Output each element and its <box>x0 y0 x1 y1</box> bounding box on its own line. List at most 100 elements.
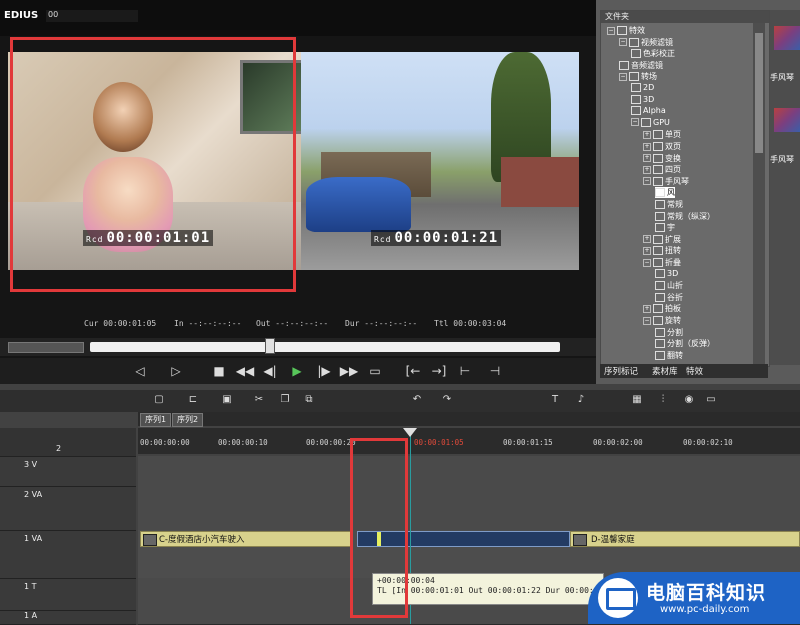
expand-icon[interactable]: + <box>643 235 651 244</box>
collapse-icon[interactable]: − <box>607 26 615 35</box>
mixer-icon[interactable]: ⫶ <box>656 394 670 406</box>
expand-icon[interactable]: + <box>643 154 651 163</box>
tree-item[interactable]: 色彩校正 <box>631 48 675 59</box>
scrub-bar[interactable] <box>0 338 596 356</box>
tree-item[interactable]: + 扭转 <box>643 245 681 256</box>
overwrite-button[interactable]: →] <box>428 362 450 380</box>
paste-icon[interactable]: ⧉ <box>302 394 316 406</box>
collapse-icon[interactable]: − <box>619 38 627 47</box>
tab-effects[interactable]: 特效 <box>686 365 703 377</box>
tab-sequence-markers[interactable]: 序列标记 <box>604 365 638 377</box>
tree-item[interactable]: − 转场 <box>619 71 657 82</box>
stop-button[interactable]: ■ <box>210 362 228 380</box>
tree-item[interactable]: 分割 <box>655 327 683 338</box>
tree-item[interactable]: 常规 <box>655 199 683 210</box>
tab-sequence-1[interactable]: 序列1 <box>140 413 172 427</box>
project-field[interactable]: 00 <box>46 10 138 22</box>
tree-item[interactable]: + 拍板 <box>643 303 681 314</box>
collapse-icon[interactable]: − <box>643 316 651 325</box>
tree-item[interactable]: 2D <box>631 83 654 92</box>
tree-item[interactable]: + 变换 <box>643 153 681 164</box>
tree-item[interactable]: 3D <box>655 268 678 278</box>
timeline-ruler[interactable]: 00:00:00:00 00:00:00:10 00:00:00:20 00:0… <box>138 428 800 454</box>
expand-icon[interactable]: + <box>643 142 651 151</box>
trim-out-button[interactable]: ⊣ <box>486 362 504 380</box>
layout-icon[interactable]: ▭ <box>704 394 718 406</box>
trim-in-button[interactable]: ⊢ <box>456 362 474 380</box>
scrub-track[interactable] <box>90 342 560 352</box>
clip-a[interactable]: C-度假酒店小汽车驶入 <box>140 531 353 547</box>
tree-item[interactable]: − 旋转 <box>643 315 681 326</box>
tree-item[interactable]: + 四页 <box>643 164 681 175</box>
collapse-icon[interactable]: − <box>619 72 627 81</box>
shuttle-slider[interactable] <box>8 342 84 353</box>
insert-button[interactable]: [← <box>402 362 424 380</box>
expand-icon[interactable]: + <box>643 165 651 174</box>
grid-icon[interactable]: ▦ <box>630 394 644 406</box>
tab-sequence-2[interactable]: 序列2 <box>172 413 204 427</box>
mark-out-button[interactable]: ▷ <box>166 362 186 380</box>
tree-item[interactable]: − 视频滤镜 <box>619 37 673 48</box>
cut-icon[interactable]: ✂ <box>252 394 266 406</box>
tree-item[interactable]: − 折叠 <box>643 257 681 268</box>
tree-item[interactable]: + 扩展 <box>643 234 681 245</box>
tree-item[interactable]: + 单页 <box>643 129 681 140</box>
rewind-button[interactable]: ◀◀ <box>234 362 256 380</box>
tree-item[interactable]: 3D <box>631 94 655 104</box>
tree-item[interactable]: 音频滤镜 <box>619 60 663 71</box>
expand-icon[interactable]: + <box>643 304 651 313</box>
fast-forward-button[interactable]: ▶▶ <box>338 362 360 380</box>
tree-scroll-thumb[interactable] <box>755 33 763 153</box>
step-back-button[interactable]: ◀| <box>260 362 280 380</box>
playhead-handle[interactable] <box>403 428 417 437</box>
tree-item[interactable]: − 手风琴 <box>643 176 689 187</box>
tree-item[interactable]: 宇 <box>655 222 675 233</box>
step-forward-button[interactable]: |▶ <box>314 362 334 380</box>
scrub-handle[interactable] <box>265 338 275 354</box>
track-header-1va[interactable]: 1 VA <box>0 530 136 579</box>
tree-item[interactable]: Alpha <box>631 106 666 116</box>
lane-2va[interactable] <box>138 486 800 531</box>
tree-item-label: 3D <box>643 94 655 104</box>
collapse-icon[interactable]: − <box>643 258 651 267</box>
collapse-icon[interactable]: − <box>643 177 651 186</box>
folder-icon <box>653 258 663 267</box>
track-header-3v[interactable]: 3 V <box>0 456 136 487</box>
tree-item-label: 翻转 <box>667 350 683 360</box>
clip-b[interactable]: D-温馨家庭 <box>570 531 800 547</box>
lane-3v[interactable] <box>138 456 800 487</box>
tree-item[interactable]: 风 <box>655 187 675 199</box>
tree-item[interactable]: 谷折 <box>655 292 683 303</box>
tree-item[interactable]: + 双页 <box>643 141 681 152</box>
tree-item[interactable]: 常规（纵深） <box>655 211 715 222</box>
undo-icon[interactable]: ↶ <box>410 394 424 406</box>
player-panel: Rcd 00:00:01:01 Rcd 00:00:01:21 Cur 00:00:… <box>0 0 596 384</box>
loop-button[interactable]: ▭ <box>366 362 384 380</box>
track-header-1t[interactable]: 1 T <box>0 578 136 611</box>
tree-item[interactable]: − GPU <box>631 117 670 127</box>
folder-icon <box>655 223 665 233</box>
copy-icon[interactable]: ❐ <box>278 394 292 406</box>
tab-library[interactable]: 素材库 <box>652 365 678 377</box>
tree-item[interactable]: − 特效 <box>607 25 645 36</box>
expand-icon[interactable]: + <box>643 130 651 139</box>
play-button[interactable]: ▶ <box>288 362 306 380</box>
mic-icon[interactable]: ♪ <box>574 394 588 406</box>
new-icon[interactable]: ▢ <box>152 394 166 406</box>
open-icon[interactable]: ⊏ <box>186 394 200 406</box>
effect-thumb-2[interactable] <box>774 108 800 132</box>
track-header-1a[interactable]: 1 A <box>0 610 136 625</box>
expand-icon[interactable]: + <box>643 246 651 255</box>
tree-scrollbar[interactable] <box>753 23 765 366</box>
tree-item[interactable]: 山折 <box>655 280 683 291</box>
text-icon[interactable]: T <box>548 394 562 406</box>
redo-icon[interactable]: ↷ <box>440 394 454 406</box>
tree-item[interactable]: 分割（反弹） <box>655 338 715 349</box>
track-header-2va[interactable]: 2 VA <box>0 486 136 531</box>
save-icon[interactable]: ▣ <box>220 394 234 406</box>
mark-in-button[interactable]: ◁ <box>130 362 150 380</box>
tree-item[interactable]: 翻转 <box>655 350 683 361</box>
color-icon[interactable]: ◉ <box>682 394 696 406</box>
effect-thumb-1[interactable] <box>774 26 800 50</box>
collapse-icon[interactable]: − <box>631 118 639 127</box>
